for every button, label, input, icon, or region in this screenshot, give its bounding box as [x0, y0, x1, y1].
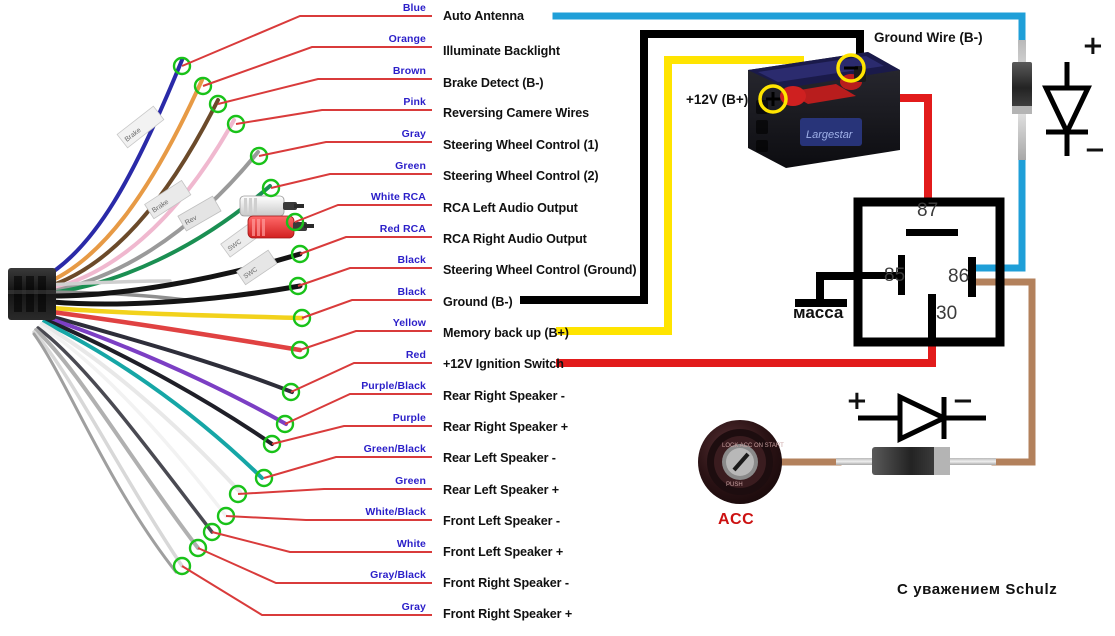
- wire-function-8: Steering Wheel Control (Ground): [443, 263, 637, 277]
- relay-terminal-87: 87: [917, 200, 939, 221]
- wire-color-17: White: [396, 538, 426, 550]
- relay-terminal-85: 85: [884, 265, 906, 286]
- wire-color-16: White/Black: [365, 506, 426, 518]
- wiring-diagram-canvas: Brake Brake Rev SWC SWC Largestar LOCK A…: [0, 0, 1115, 636]
- diode-horizontal-component: [836, 447, 996, 475]
- wire-color-9: Black: [397, 286, 426, 298]
- wire-function-18: Front Right Speaker -: [443, 576, 569, 590]
- wire-color-13: Purple: [392, 412, 426, 424]
- relay-terminal-86: 86: [948, 266, 970, 287]
- diode-vertical-component: [1012, 40, 1032, 160]
- wire-color-5: Green: [395, 160, 426, 172]
- wire-color-8: Black: [397, 254, 426, 266]
- wire-function-3: Reversing Camere Wires: [443, 106, 590, 120]
- wire-function-10: Memory back up (B+): [443, 326, 569, 340]
- battery-positive-label: +12V (B+): [686, 92, 749, 107]
- relay-ground-label: масса: [793, 303, 844, 322]
- wire-color-11: Red: [405, 349, 426, 361]
- svg-text:LOCK ACC ON START: LOCK ACC ON START: [722, 443, 784, 449]
- wire-color-10: Yellow: [392, 317, 426, 329]
- wire-color-1: Orange: [388, 33, 426, 45]
- wire-color-12: Purple/Black: [361, 380, 426, 392]
- wire-color-3: Pink: [403, 96, 426, 108]
- wire-color-18: Gray/Black: [370, 569, 426, 581]
- diode-vertical-symbol: [1042, 62, 1092, 156]
- wire-function-11: +12V Ignition Switch: [443, 357, 564, 371]
- ground-wire-label: Ground Wire (B-): [874, 30, 983, 45]
- acc-switch-label: ACC: [718, 511, 755, 528]
- wire-function-4: Steering Wheel Control (1): [443, 138, 599, 152]
- svg-text:PUSH: PUSH: [726, 482, 743, 488]
- wire-function-6: RCA Left Audio Output: [443, 201, 578, 215]
- wire-function-14: Rear Left Speaker -: [443, 451, 556, 465]
- wire-color-7: Red RCA: [379, 223, 426, 235]
- wire-function-7: RCA Right Audio Output: [443, 232, 587, 246]
- wire-function-0: Auto Antenna: [443, 9, 524, 23]
- wire-color-15: Green: [395, 475, 426, 487]
- wire-color-6: White RCA: [370, 191, 426, 203]
- wire-color-4: Gray: [401, 128, 426, 140]
- wire-color-19: Gray: [401, 601, 426, 613]
- diode-vertical-plus: +: [1082, 31, 1104, 61]
- wire-function-9: Ground (B-): [443, 295, 513, 309]
- signature: С уважением Schulz: [897, 581, 1058, 598]
- wire-color-0: Blue: [402, 2, 426, 14]
- wire-function-5: Steering Wheel Control (2): [443, 169, 599, 183]
- wire-function-1: Illuminate Backlight: [443, 44, 560, 58]
- relay-terminal-30: 30: [936, 303, 958, 324]
- wire-function-19: Front Right Speaker +: [443, 607, 573, 621]
- wire-function-15: Rear Left Speaker +: [443, 483, 560, 497]
- wire-color-2: Brown: [392, 65, 426, 77]
- wire-function-13: Rear Right Speaker +: [443, 420, 569, 434]
- diode-vertical-minus: −: [1084, 135, 1106, 165]
- diode-horizontal-plus: +: [846, 386, 868, 416]
- diode-horizontal-minus: −: [952, 386, 974, 416]
- wire-function-12: Rear Right Speaker -: [443, 389, 565, 403]
- wire-color-14: Green/Black: [363, 443, 426, 455]
- ignition-switch-acc: LOCK ACC ON START PUSH: [698, 420, 784, 504]
- wire-function-16: Front Left Speaker -: [443, 514, 560, 528]
- wire-function-17: Front Left Speaker +: [443, 545, 564, 559]
- wire-function-2: Brake Detect (B-): [443, 76, 544, 90]
